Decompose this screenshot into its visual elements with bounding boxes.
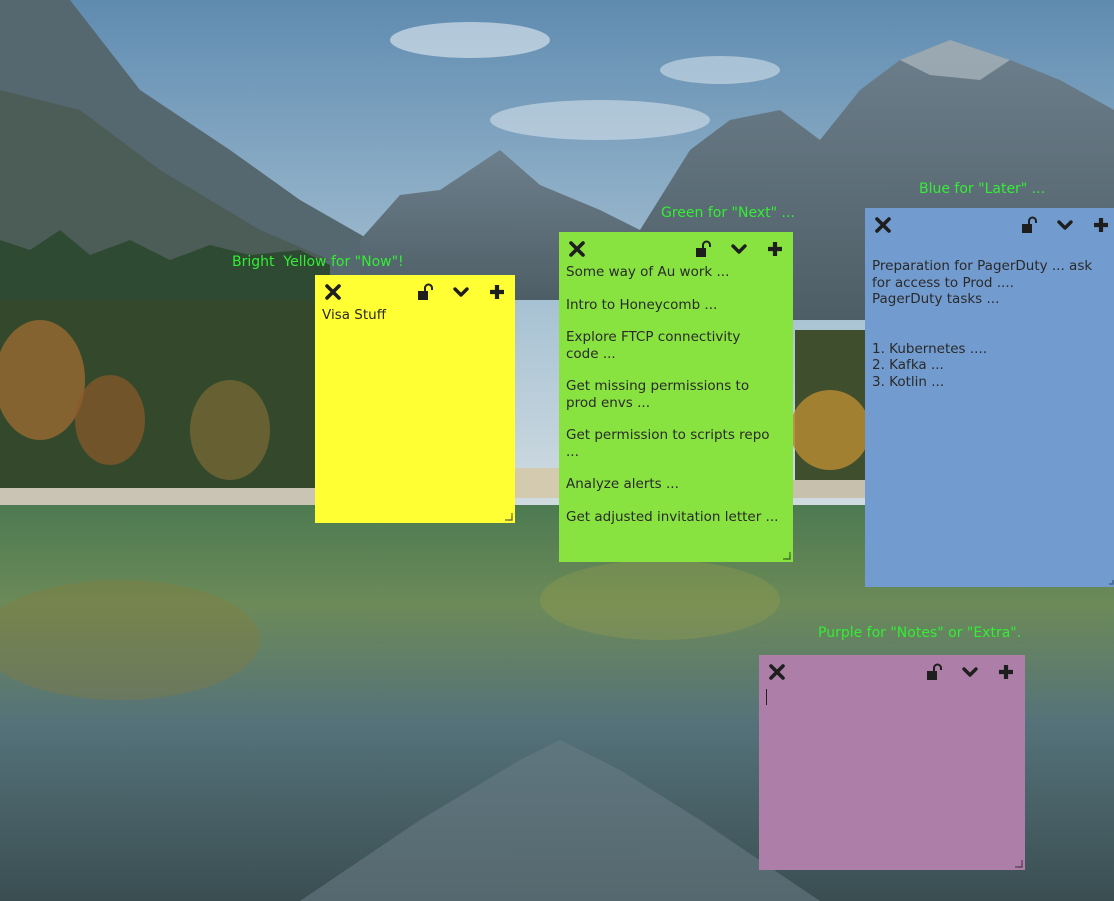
- close-icon[interactable]: [768, 663, 786, 681]
- note-toolbar: [315, 275, 515, 307]
- lock-icon[interactable]: [1020, 216, 1038, 234]
- lock-icon[interactable]: [416, 283, 434, 301]
- resize-grip-icon[interactable]: [782, 551, 791, 560]
- plus-icon[interactable]: [488, 283, 506, 301]
- note-content[interactable]: [759, 687, 1025, 857]
- note-line: Analyze alerts ...: [566, 476, 679, 492]
- resize-grip-icon[interactable]: [504, 512, 513, 521]
- note-line: Explore FTCP connectivity code ...: [566, 329, 741, 362]
- note-content[interactable]: Preparation for PagerDuty ... ask for ac…: [865, 240, 1104, 390]
- lock-icon[interactable]: [925, 663, 943, 681]
- plus-icon[interactable]: [997, 663, 1015, 681]
- label-purple-notes: Purple for "Notes" or "Extra".: [818, 625, 1022, 641]
- plus-icon[interactable]: [1092, 216, 1110, 234]
- note-content[interactable]: Some way of Au work ... Intro to Honeyco…: [559, 264, 793, 525]
- note-line: Get missing permissions to prod envs ...: [566, 378, 750, 411]
- sticky-note-yellow[interactable]: Visa Stuff: [315, 275, 515, 523]
- lock-icon[interactable]: [694, 240, 712, 258]
- close-icon[interactable]: [568, 240, 586, 258]
- sticky-note-blue[interactable]: Preparation for PagerDuty ... ask for ac…: [865, 208, 1114, 587]
- label-green-next: Green for "Next" ...: [661, 205, 795, 221]
- sticky-note-green[interactable]: Some way of Au work ... Intro to Honeyco…: [559, 232, 793, 562]
- chevron-down-icon[interactable]: [961, 663, 979, 681]
- note-line: Get permission to scripts repo ...: [566, 427, 770, 460]
- resize-grip-icon[interactable]: [1105, 576, 1114, 585]
- note-line: Intro to Honeycomb ...: [566, 296, 718, 313]
- label-blue-later: Blue for "Later" ...: [919, 181, 1046, 197]
- note-line: Visa Stuff: [322, 307, 387, 323]
- plus-icon[interactable]: [766, 240, 784, 258]
- chevron-down-icon[interactable]: [1056, 216, 1074, 234]
- note-line: Preparation for PagerDuty ... ask for ac…: [872, 258, 1093, 291]
- chevron-down-icon[interactable]: [730, 240, 748, 258]
- note-line: [872, 308, 1097, 325]
- note-line: PagerDuty tasks ...: [872, 291, 1000, 307]
- note-toolbar: [759, 655, 1025, 687]
- close-icon[interactable]: [324, 283, 342, 301]
- note-content[interactable]: Visa Stuff: [315, 307, 515, 324]
- note-line: Get adjusted invitation letter ...: [566, 508, 779, 525]
- note-line: 3. Kotlin ...: [872, 373, 945, 390]
- text-cursor: [766, 689, 767, 705]
- note-line: Some way of Au work ...: [566, 264, 730, 280]
- note-line: 1. Kubernetes ....: [872, 340, 988, 357]
- chevron-down-icon[interactable]: [452, 283, 470, 301]
- note-toolbar: [559, 232, 793, 264]
- sticky-note-purple[interactable]: [759, 655, 1025, 870]
- resize-grip-icon[interactable]: [1014, 859, 1023, 868]
- close-icon[interactable]: [874, 216, 892, 234]
- note-line: 2. Kafka ...: [872, 357, 944, 373]
- label-yellow-now: Bright Yellow for "Now"!: [232, 254, 404, 270]
- note-toolbar: [865, 208, 1114, 240]
- note-line: [872, 324, 1097, 341]
